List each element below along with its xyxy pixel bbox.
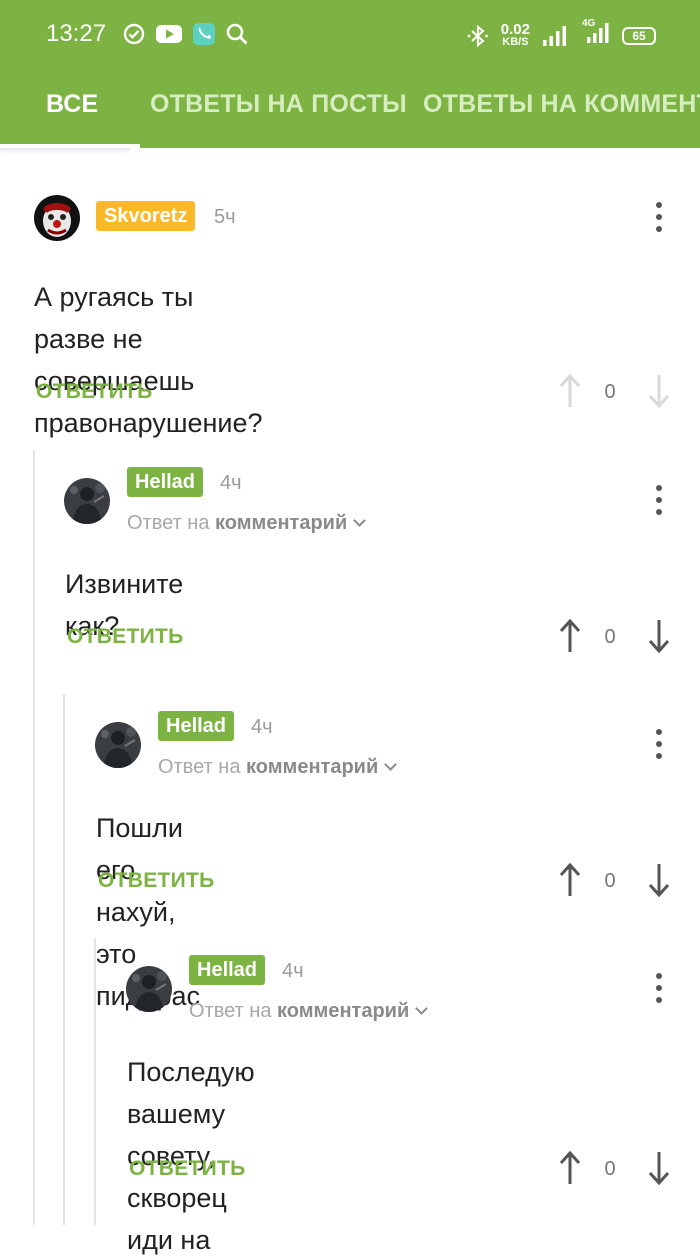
net-speed: 0.02 KB/S [500,21,530,48]
tab-post-replies[interactable]: ОТВЕТЫ НА ПОСТЫ [150,90,407,119]
tab-comment-replies[interactable]: ОТВЕТЫ НА КОММЕНТАРИИ [423,90,700,119]
reply-button[interactable]: ОТВЕТИТЬ [36,380,153,404]
tab-bar: ВСЕ ОТВЕТЫ НА ПОСТЫ ОТВЕТЫ НА КОММЕНТАРИ… [0,70,700,148]
avatar[interactable] [34,195,80,241]
comment-time: 5ч [214,206,236,228]
youtube-icon [156,25,182,43]
reply-to[interactable]: Ответ на комментарий [127,512,367,535]
phone-icon [193,23,215,45]
status-time: 13:27 [46,20,107,47]
arrow-down-icon[interactable] [647,373,671,409]
arrow-up-icon[interactable] [558,1150,582,1186]
arrow-down-icon[interactable] [647,618,671,654]
vote-control: 0 [550,1150,680,1190]
reply-button[interactable]: ОТВЕТИТЬ [129,1157,246,1181]
comment-time: 4ч [282,960,304,982]
comment-time: 4ч [220,472,242,494]
arrow-down-icon[interactable] [647,862,671,898]
arrow-up-icon[interactable] [558,862,582,898]
check-circle-icon [123,23,145,45]
author-name[interactable]: Skvoretz [96,201,196,231]
chevron-down-icon [384,758,398,771]
vote-count: 0 [604,626,616,648]
arrow-down-icon[interactable] [647,1150,671,1186]
arrow-up-icon[interactable] [558,618,582,654]
more-vert-icon[interactable] [654,729,664,759]
signal-icon [543,25,566,46]
comment-text: Последую вашему совету, скворец иди на х… [127,1057,255,1255]
vote-control: 0 [550,618,680,658]
reply-to[interactable]: Ответ на комментарий [158,756,398,779]
vote-count: 0 [604,381,616,403]
more-vert-icon[interactable] [654,202,664,232]
author-name[interactable]: Hellad [158,711,235,741]
battery-icon: 65 [622,26,656,45]
arrow-up-icon[interactable] [558,373,582,409]
search-icon [226,23,248,45]
more-vert-icon[interactable] [654,485,664,515]
mobile-signal: 4G [580,18,610,49]
tab-all[interactable]: ВСЕ [46,90,98,119]
avatar[interactable] [126,966,172,1012]
chevron-down-icon [353,514,367,527]
bluetooth-icon [467,24,488,47]
avatar[interactable] [64,478,110,524]
reply-button[interactable]: ОТВЕТИТЬ [67,625,184,649]
reply-button[interactable]: ОТВЕТИТЬ [98,869,215,893]
vote-count: 0 [604,1158,616,1180]
thread-line [33,450,35,1225]
notification-icons [122,22,249,46]
vote-control: 0 [550,862,680,902]
author-name[interactable]: Hellad [127,467,204,497]
system-icons: 0.02 KB/S 4G 65 [467,18,656,49]
comment-text: А ругаясь ты разве не совершаешь правона… [34,282,263,438]
author-name[interactable]: Hellad [189,955,266,985]
more-vert-icon[interactable] [654,973,664,1003]
chevron-down-icon [415,1002,429,1015]
avatar[interactable] [95,722,141,768]
vote-control: 0 [550,373,680,413]
status-bar: 13:27 0.02 KB/S 4G 65 [0,0,700,70]
app-bar: 13:27 0.02 KB/S 4G 65 ВСЕ ОТВЕТЫ НА ПОСТ… [0,0,700,148]
comment-time: 4ч [251,716,273,738]
reply-to[interactable]: Ответ на комментарий [189,1000,429,1023]
thread-line [63,694,65,1225]
tab-shadow [0,148,130,154]
vote-count: 0 [604,870,616,892]
